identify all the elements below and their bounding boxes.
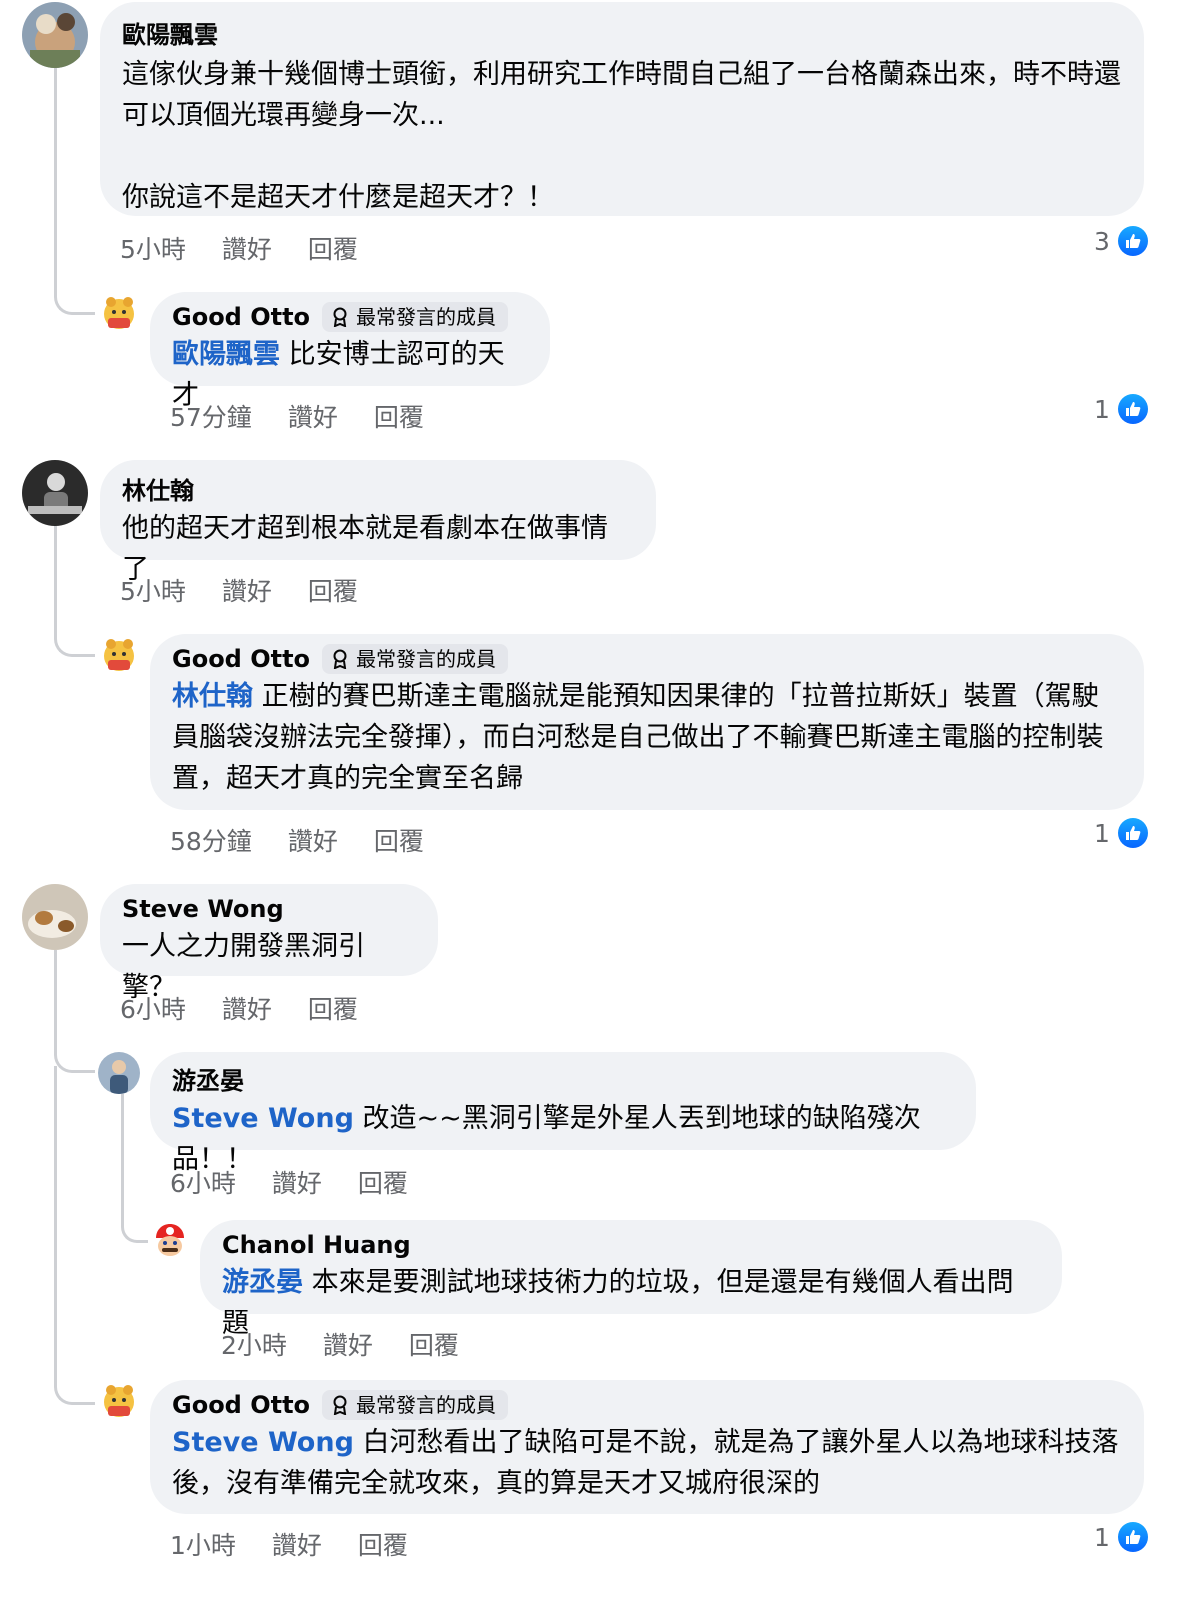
reply-bubble: Good Otto 最常發言的成員 林仕翰 正樹的賽巴斯達主電腦就是能預知因果律… — [150, 634, 1144, 810]
award-icon — [333, 1395, 347, 1415]
comment-timestamp[interactable]: 5小時 — [120, 230, 186, 266]
reply-author-name[interactable]: Good Otto — [172, 300, 310, 334]
like-button[interactable]: 讚好 — [222, 230, 272, 266]
reply-actions: 6小時 讚好 回覆 — [170, 1164, 444, 1200]
reply-button[interactable]: 回覆 — [308, 990, 358, 1026]
like-button[interactable]: 讚好 — [272, 1164, 322, 1200]
comment-timestamp[interactable]: 6小時 — [120, 990, 186, 1026]
comment-actions: 6小時 讚好 回覆 — [120, 990, 394, 1026]
thumbs-up-icon — [1117, 226, 1148, 256]
like-button[interactable]: 讚好 — [222, 990, 272, 1026]
reply-actions: 1小時 讚好 回覆 — [170, 1526, 444, 1562]
like-button[interactable]: 讚好 — [288, 398, 338, 434]
reply-button[interactable]: 回覆 — [358, 1526, 408, 1562]
reply-author-name[interactable]: Good Otto — [172, 642, 310, 676]
comment-author[interactable]: 歐陽飄雲 — [122, 18, 1122, 52]
reply-author: Chanol Huang — [222, 1228, 1040, 1262]
thumbs-up-icon — [1117, 818, 1148, 848]
like-count: 1 — [1094, 394, 1110, 424]
comment-bubble: 林仕翰 他的超天才超到根本就是看劇本在做事情了 — [100, 460, 656, 585]
comment-bubble: 歐陽飄雲 這傢伙身兼十幾個博士頭銜，利用研究工作時間自己組了一台格蘭森出來，時不… — [100, 2, 1144, 216]
avatar[interactable] — [98, 1052, 140, 1094]
reply-button[interactable]: 回覆 — [308, 230, 358, 266]
reply-text: 林仕翰 正樹的賽巴斯達主電腦就是能預知因果律的「拉普拉斯妖」裝置（駕駛員腦袋沒辦… — [172, 676, 1122, 799]
badge-label: 最常發言的成員 — [356, 1393, 497, 1417]
reply-timestamp[interactable]: 1小時 — [170, 1526, 236, 1562]
like-count: 1 — [1094, 1522, 1110, 1552]
mention-link[interactable]: 林仕翰 — [172, 681, 253, 712]
thread-line — [121, 1094, 148, 1243]
reply-timestamp[interactable]: 6小時 — [170, 1164, 236, 1200]
reply-bubble: 游丞晏 Steve Wong 改造~~黑洞引擎是外星人丟到地球的缺陷殘次品！！ — [150, 1052, 976, 1175]
mention-link[interactable]: Steve Wong — [172, 1103, 354, 1134]
reaction-count[interactable]: 1 — [1094, 394, 1148, 424]
reply-author: 游丞晏 — [172, 1064, 954, 1098]
like-button[interactable]: 讚好 — [288, 822, 338, 858]
mention-link[interactable]: Steve Wong — [172, 1427, 354, 1458]
like-button[interactable]: 讚好 — [323, 1326, 373, 1362]
like-count: 1 — [1094, 818, 1110, 848]
reply-author-name[interactable]: Chanol Huang — [222, 1228, 411, 1262]
reaction-count[interactable]: 1 — [1094, 818, 1148, 848]
comment-author[interactable]: 林仕翰 — [122, 474, 634, 508]
avatar[interactable] — [98, 1380, 140, 1422]
badge-label: 最常發言的成員 — [356, 305, 497, 329]
badge-label: 最常發言的成員 — [356, 647, 497, 671]
reply-timestamp[interactable]: 57分鐘 — [170, 398, 252, 434]
reply-body: 正樹的賽巴斯達主電腦就是能預知因果律的「拉普拉斯妖」裝置（駕駛員腦袋沒辦法完全發… — [172, 681, 1104, 794]
comment-actions: 5小時 讚好 回覆 — [120, 572, 394, 608]
award-icon — [333, 307, 347, 327]
like-count: 3 — [1094, 226, 1110, 256]
reply-button[interactable]: 回覆 — [358, 1164, 408, 1200]
reply-button[interactable]: 回覆 — [374, 398, 424, 434]
avatar[interactable] — [150, 1220, 190, 1260]
top-contributor-badge[interactable]: 最常發言的成員 — [322, 302, 509, 332]
reaction-count[interactable]: 1 — [1094, 1522, 1148, 1552]
avatar[interactable] — [22, 460, 88, 526]
award-icon — [333, 649, 347, 669]
mention-link[interactable]: 歐陽飄雲 — [172, 339, 280, 370]
thread-line — [54, 68, 95, 315]
reply-timestamp[interactable]: 2小時 — [221, 1326, 287, 1362]
reply-bubble: Good Otto 最常發言的成員 Steve Wong 白河愁看出了缺陷可是不… — [150, 1380, 1144, 1514]
thread-line — [54, 950, 95, 1073]
avatar[interactable] — [22, 884, 88, 950]
reply-author: Good Otto 最常發言的成員 — [172, 300, 528, 334]
top-contributor-badge[interactable]: 最常發言的成員 — [322, 1390, 509, 1420]
comment-author[interactable]: Steve Wong — [122, 892, 416, 926]
reply-button[interactable]: 回覆 — [409, 1326, 459, 1362]
comment-text: 這傢伙身兼十幾個博士頭銜，利用研究工作時間自己組了一台格蘭森出來，時不時還可以頂… — [122, 59, 1121, 213]
like-button[interactable]: 讚好 — [272, 1526, 322, 1562]
reply-bubble: Chanol Huang 游丞晏 本來是要測試地球技術力的垃圾，但是還是有幾個人… — [200, 1220, 1062, 1339]
avatar[interactable] — [98, 292, 140, 334]
reply-actions: 58分鐘 讚好 回覆 — [170, 822, 460, 858]
reaction-count[interactable]: 3 — [1094, 226, 1148, 256]
reply-timestamp[interactable]: 58分鐘 — [170, 822, 252, 858]
comment-actions: 5小時 讚好 回覆 — [120, 230, 394, 266]
avatar[interactable] — [22, 2, 88, 68]
reply-bubble: Good Otto 最常發言的成員 歐陽飄雲 比安博士認可的天才 — [150, 292, 550, 411]
thumbs-up-icon — [1117, 394, 1148, 424]
avatar[interactable] — [98, 634, 140, 676]
reply-author-name[interactable]: 游丞晏 — [172, 1064, 244, 1098]
reply-author: Good Otto 最常發言的成員 — [172, 642, 1122, 676]
reply-author: Good Otto 最常發言的成員 — [172, 1388, 1122, 1422]
thread-line — [54, 524, 95, 657]
reply-author-name[interactable]: Good Otto — [172, 1388, 310, 1422]
like-button[interactable]: 讚好 — [222, 572, 272, 608]
top-contributor-badge[interactable]: 最常發言的成員 — [322, 644, 509, 674]
thumbs-up-icon — [1117, 1522, 1148, 1552]
reply-text: Steve Wong 白河愁看出了缺陷可是不說，就是為了讓外星人以為地球科技落後… — [172, 1422, 1122, 1504]
reply-actions: 2小時 讚好 回覆 — [221, 1326, 495, 1362]
reply-actions: 57分鐘 讚好 回覆 — [170, 398, 460, 434]
thread-line — [54, 1066, 95, 1405]
mention-link[interactable]: 游丞晏 — [222, 1267, 303, 1298]
reply-button[interactable]: 回覆 — [374, 822, 424, 858]
reply-button[interactable]: 回覆 — [308, 572, 358, 608]
comment-bubble: Steve Wong 一人之力開發黑洞引擎？ — [100, 884, 438, 1003]
comment-timestamp[interactable]: 5小時 — [120, 572, 186, 608]
